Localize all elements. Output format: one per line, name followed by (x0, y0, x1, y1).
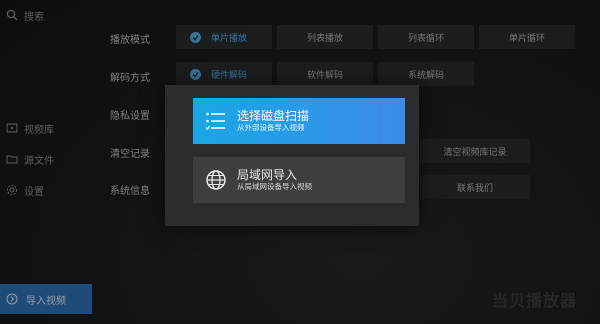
scan-disk-title: 选择磁盘扫描 (237, 109, 310, 123)
import-source-dialog: 选择磁盘扫描 从外部设备导入视频 局域网导入 从局域网设备导入视频 (165, 85, 419, 226)
lan-import-option[interactable]: 局域网导入 从局域网设备导入视频 (193, 157, 405, 203)
lan-import-title: 局域网导入 (237, 168, 298, 182)
lan-import-subtitle: 从局域网设备导入视频 (237, 182, 312, 191)
scan-disk-subtitle: 从外部设备导入视频 (237, 123, 305, 132)
globe-icon (203, 167, 229, 193)
scan-disk-option[interactable]: 选择磁盘扫描 从外部设备导入视频 (193, 98, 405, 144)
list-scan-icon (203, 108, 229, 134)
app-window: 搜索 视频库 源文件 设置 导入视频 播放模式 单片播放 列表播放 列表循环 单… (0, 0, 600, 324)
